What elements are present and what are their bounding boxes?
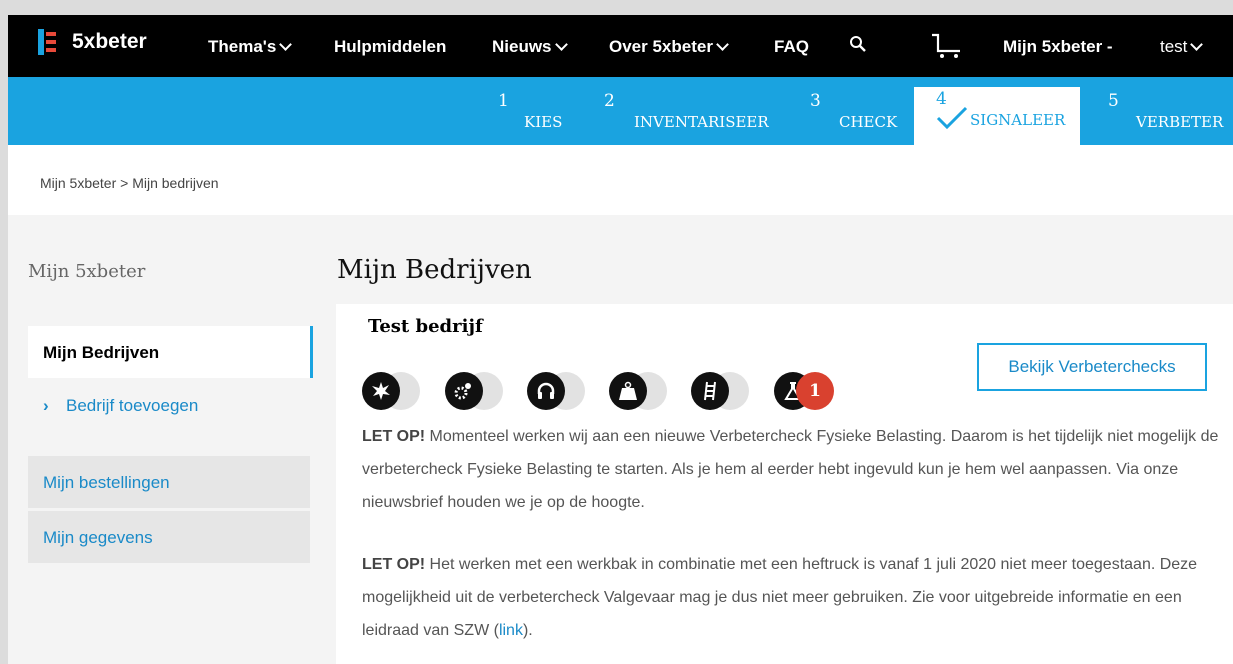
machine-icon <box>445 372 483 410</box>
theme-machine[interactable] <box>445 372 507 410</box>
sidebar-item-mijn-gegevens[interactable]: Mijn gegevens <box>28 511 310 563</box>
step-inventariseer[interactable]: 2 INVENTARISEER <box>602 77 792 145</box>
cart-icon[interactable] <box>930 33 962 64</box>
nav-hulpmiddelen[interactable]: Hulpmiddelen <box>334 37 446 57</box>
step-label: VERBETER <box>1136 113 1224 131</box>
content-area: Mijn 5xbeter Mijn Bedrijven › Bedrijf to… <box>8 215 1233 664</box>
search-icon[interactable] <box>849 35 867 58</box>
top-navigation: 5xbeter Thema's Hulpmiddelen Nieuws Over… <box>8 15 1233 77</box>
notice-werkbak: LET OP! Het werken met een werkbak in co… <box>362 548 1222 647</box>
nav-over-label: Over 5xbeter <box>609 37 713 56</box>
step-label: KIES <box>524 113 563 131</box>
sidebar-item-label: Mijn Bedrijven <box>43 343 160 362</box>
notice-strong: LET OP! <box>362 556 426 573</box>
user-name: test <box>1160 37 1188 56</box>
step-signaleer[interactable]: 4 SIGNALEER <box>914 87 1080 145</box>
step-verbeter[interactable]: 5 VERBETER <box>1106 77 1233 145</box>
company-name: Test bedrijf <box>362 314 489 339</box>
chevron-down-icon <box>279 38 293 51</box>
theme-chemical[interactable]: 1 <box>774 372 836 410</box>
steps-bar: 1 KIES 2 INVENTARISEER 3 CHECK 4 SIGNALE… <box>8 77 1233 145</box>
chevron-down-icon <box>1190 38 1204 51</box>
page-title: Mijn Bedrijven <box>337 255 532 285</box>
notice-strong: LET OP! <box>362 428 426 445</box>
step-number: 5 <box>1108 91 1119 111</box>
notice-text: Het werken met een werkbak in combinatie… <box>362 556 1198 639</box>
step-kies[interactable]: 1 KIES <box>496 77 586 145</box>
sidebar-title: Mijn 5xbeter <box>28 261 146 282</box>
notice-text: Momenteel werken wij aan een nieuwe Verb… <box>362 428 1219 511</box>
sidebar-item-label: Mijn bestellingen <box>43 473 170 492</box>
weight-icon <box>609 372 647 410</box>
notice-text-end: ). <box>522 622 533 639</box>
sidebar-item-mijn-bedrijven[interactable]: Mijn Bedrijven <box>28 326 313 378</box>
chevron-right-icon: › <box>43 396 49 415</box>
logo-icon <box>38 29 58 55</box>
checkmark-icon <box>936 106 968 130</box>
step-number: 1 <box>498 91 509 111</box>
theme-weight[interactable] <box>609 372 671 410</box>
theme-ladder[interactable] <box>691 372 753 410</box>
breadcrumb: Mijn 5xbeter > Mijn bedrijven <box>8 145 1233 215</box>
app-frame: 5xbeter Thema's Hulpmiddelen Nieuws Over… <box>8 15 1233 664</box>
sidebar-item-mijn-bestellingen[interactable]: Mijn bestellingen <box>28 456 310 508</box>
nav-nieuws[interactable]: Nieuws <box>492 37 568 57</box>
breadcrumb-text[interactable]: Mijn 5xbeter > Mijn bedrijven <box>40 175 219 191</box>
theme-noise[interactable] <box>527 372 589 410</box>
step-number: 2 <box>604 91 615 111</box>
company-card: Test bedrijf Bekijk Verbeterchecks 1 LET… <box>336 304 1233 664</box>
szw-link[interactable]: link <box>499 622 523 639</box>
brand-name: 5xbeter <box>72 30 147 53</box>
nav-nieuws-label: Nieuws <box>492 37 552 56</box>
step-label: INVENTARISEER <box>634 113 769 131</box>
sidebar-item-label: Mijn gegevens <box>43 528 153 547</box>
user-menu[interactable]: test <box>1160 37 1204 57</box>
nav-faq[interactable]: FAQ <box>774 37 809 57</box>
headphones-icon <box>527 372 565 410</box>
step-label: SIGNALEER <box>970 111 1066 129</box>
theme-explosion[interactable] <box>362 372 424 410</box>
step-label: CHECK <box>839 113 898 131</box>
sidebar-item-bedrijf-toevoegen[interactable]: › Bedrijf toevoegen <box>28 379 310 431</box>
chevron-down-icon <box>716 38 729 51</box>
step-number: 3 <box>810 91 821 111</box>
explosion-icon <box>362 372 400 410</box>
nav-themas-label: Thema's <box>208 37 277 56</box>
nav-over[interactable]: Over 5xbeter <box>609 37 729 57</box>
nav-themas[interactable]: Thema's <box>208 37 293 57</box>
sidebar-item-label: Bedrijf toevoegen <box>66 396 199 415</box>
notification-badge: 1 <box>796 372 834 410</box>
nav-mijn-5xbeter[interactable]: Mijn 5xbeter - <box>1003 37 1113 57</box>
step-check[interactable]: 3 CHECK <box>808 77 908 145</box>
notice-fysieke-belasting: LET OP! Momenteel werken wij aan een nie… <box>362 420 1222 519</box>
ladder-icon <box>691 372 729 410</box>
logo[interactable]: 5xbeter <box>38 29 147 55</box>
chevron-down-icon <box>554 38 568 51</box>
view-verbeterchecks-button[interactable]: Bekijk Verbeterchecks <box>977 343 1207 391</box>
